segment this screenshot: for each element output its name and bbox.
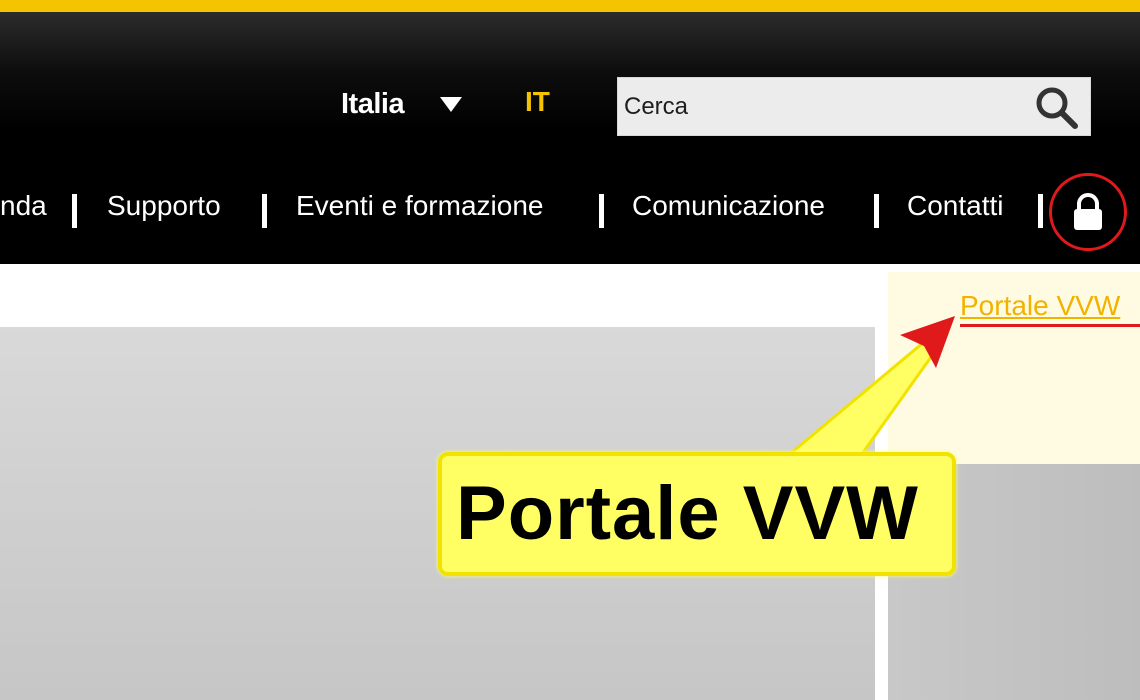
portale-vvw-link[interactable]: Portale VVW [960, 290, 1120, 322]
callout-text: Portale VVW [456, 471, 919, 556]
nav-item-contatti[interactable]: Contatti [907, 190, 1004, 222]
search-box [617, 77, 1091, 136]
nav-separator [262, 194, 267, 228]
nav-separator [72, 194, 77, 228]
nav-separator [1038, 194, 1043, 228]
nav-item-eventi-formazione[interactable]: Eventi e formazione [296, 190, 543, 222]
search-input[interactable] [624, 86, 1024, 128]
nav-item-comunicazione[interactable]: Comunicazione [632, 190, 825, 222]
caret-down-icon[interactable] [440, 97, 462, 112]
search-icon[interactable] [1033, 84, 1079, 130]
main-nav: nda Supporto Eventi e formazione Comunic… [0, 190, 1140, 235]
lock-highlight-circle [1049, 173, 1127, 251]
nav-item-supporto[interactable]: Supporto [107, 190, 221, 222]
top-accent-bar [0, 0, 1140, 12]
country-selector[interactable]: Italia [341, 88, 405, 121]
nav-separator [874, 194, 879, 228]
red-underline-annotation [960, 324, 1140, 327]
nav-separator [599, 194, 604, 228]
nav-item-azienda[interactable]: nda [0, 190, 47, 222]
language-selector[interactable]: IT [525, 86, 550, 118]
